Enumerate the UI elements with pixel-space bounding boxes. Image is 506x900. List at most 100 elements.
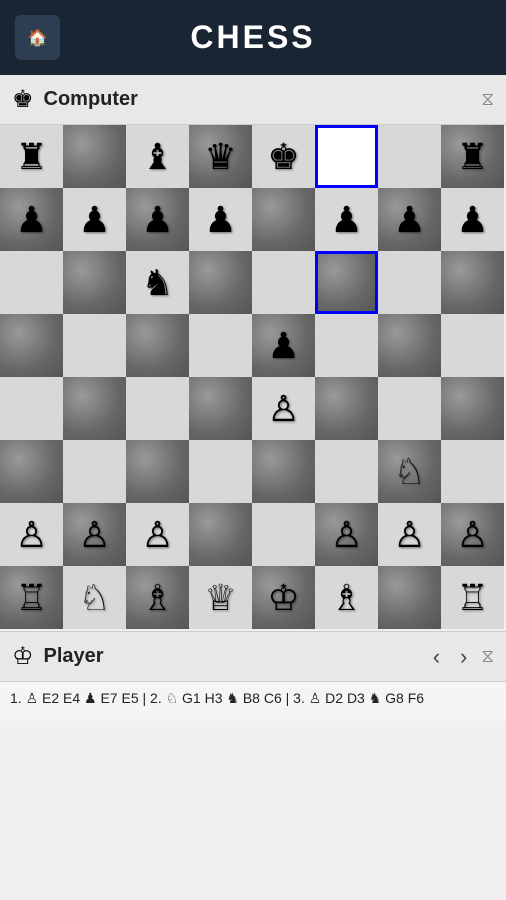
piece-1-6: ♟	[393, 202, 425, 238]
piece-7-2: ♗	[141, 580, 173, 616]
piece-0-2: ♝	[141, 139, 173, 175]
cell-7-5[interactable]: ♗	[315, 566, 378, 629]
computer-piece-icon: ♚	[12, 85, 34, 114]
piece-7-4: ♔	[267, 580, 299, 616]
cell-5-6[interactable]: ♘	[378, 440, 441, 503]
cell-4-3[interactable]	[189, 377, 252, 440]
cell-7-6[interactable]	[378, 566, 441, 629]
cell-3-0[interactable]	[0, 314, 63, 377]
cell-0-6[interactable]	[378, 125, 441, 188]
cell-6-7[interactable]: ♙	[441, 503, 504, 566]
cell-2-3[interactable]	[189, 251, 252, 314]
piece-7-1: ♘	[78, 580, 110, 616]
cell-7-7[interactable]: ♖	[441, 566, 504, 629]
cell-4-2[interactable]	[126, 377, 189, 440]
cell-3-6[interactable]	[378, 314, 441, 377]
cell-7-2[interactable]: ♗	[126, 566, 189, 629]
cell-4-4[interactable]: ♙	[252, 377, 315, 440]
chess-board-container: ♜♝♛♚♜♟♟♟♟♟♟♟♞♟♙♘♙♙♙♙♙♙♖♘♗♕♔♗♖	[0, 125, 506, 631]
piece-5-6: ♘	[393, 454, 425, 490]
cell-7-1[interactable]: ♘	[63, 566, 126, 629]
app-title: CHESS	[190, 19, 315, 56]
move-log: 1. ♙ E2 E4 ♟ E7 E5 | 2. ♘ G1 H3 ♞ B8 C6 …	[0, 681, 506, 721]
cell-2-7[interactable]	[441, 251, 504, 314]
cell-4-7[interactable]	[441, 377, 504, 440]
cell-2-5[interactable]	[315, 251, 378, 314]
piece-7-3: ♕	[204, 580, 236, 616]
piece-0-4: ♚	[267, 139, 299, 175]
piece-7-7: ♖	[456, 580, 488, 616]
player-piece-icon: ♔	[12, 642, 34, 671]
cell-0-7[interactable]: ♜	[441, 125, 504, 188]
cell-3-4[interactable]: ♟	[252, 314, 315, 377]
cell-3-7[interactable]	[441, 314, 504, 377]
cell-2-1[interactable]	[63, 251, 126, 314]
forward-arrow[interactable]: ›	[454, 642, 473, 672]
cell-1-4[interactable]	[252, 188, 315, 251]
piece-1-7: ♟	[456, 202, 488, 238]
cell-3-5[interactable]	[315, 314, 378, 377]
cell-3-2[interactable]	[126, 314, 189, 377]
cell-5-3[interactable]	[189, 440, 252, 503]
player-bar: ♔ Player ‹ › ⧖	[0, 631, 506, 681]
nav-arrows: ‹ › ⧖	[427, 642, 494, 672]
cell-6-2[interactable]: ♙	[126, 503, 189, 566]
cell-1-0[interactable]: ♟	[0, 188, 63, 251]
piece-6-5: ♙	[330, 517, 362, 553]
cell-0-4[interactable]: ♚	[252, 125, 315, 188]
cell-6-3[interactable]	[189, 503, 252, 566]
piece-3-4: ♟	[267, 328, 299, 364]
cell-2-4[interactable]	[252, 251, 315, 314]
cell-7-3[interactable]: ♕	[189, 566, 252, 629]
cell-3-1[interactable]	[63, 314, 126, 377]
cell-6-1[interactable]: ♙	[63, 503, 126, 566]
cell-5-7[interactable]	[441, 440, 504, 503]
cell-6-5[interactable]: ♙	[315, 503, 378, 566]
cell-3-3[interactable]	[189, 314, 252, 377]
cell-1-7[interactable]: ♟	[441, 188, 504, 251]
cell-0-3[interactable]: ♛	[189, 125, 252, 188]
home-button[interactable]: 🏠	[15, 15, 60, 60]
cell-6-6[interactable]: ♙	[378, 503, 441, 566]
home-icon: 🏠	[28, 28, 48, 48]
cell-1-3[interactable]: ♟	[189, 188, 252, 251]
piece-0-7: ♜	[456, 139, 488, 175]
piece-6-6: ♙	[393, 517, 425, 553]
piece-1-1: ♟	[78, 202, 110, 238]
cell-1-1[interactable]: ♟	[63, 188, 126, 251]
back-arrow[interactable]: ‹	[427, 642, 446, 672]
computer-label: Computer	[44, 88, 482, 111]
cell-4-6[interactable]	[378, 377, 441, 440]
cell-5-2[interactable]	[126, 440, 189, 503]
piece-1-5: ♟	[330, 202, 362, 238]
cell-2-2[interactable]: ♞	[126, 251, 189, 314]
cell-5-1[interactable]	[63, 440, 126, 503]
cell-4-5[interactable]	[315, 377, 378, 440]
cell-7-4[interactable]: ♔	[252, 566, 315, 629]
cell-6-4[interactable]	[252, 503, 315, 566]
cell-2-6[interactable]	[378, 251, 441, 314]
cell-0-5[interactable]	[315, 125, 378, 188]
cell-5-5[interactable]	[315, 440, 378, 503]
cell-4-0[interactable]	[0, 377, 63, 440]
computer-timer-icon: ⧖	[481, 89, 494, 110]
piece-4-4: ♙	[267, 391, 299, 427]
cell-4-1[interactable]	[63, 377, 126, 440]
cell-0-1[interactable]	[63, 125, 126, 188]
cell-5-4[interactable]	[252, 440, 315, 503]
cell-7-0[interactable]: ♖	[0, 566, 63, 629]
app-header: 🏠 CHESS	[0, 0, 506, 75]
cell-1-6[interactable]: ♟	[378, 188, 441, 251]
cell-1-2[interactable]: ♟	[126, 188, 189, 251]
piece-7-0: ♖	[15, 580, 47, 616]
chess-board[interactable]: ♜♝♛♚♜♟♟♟♟♟♟♟♞♟♙♘♙♙♙♙♙♙♖♘♗♕♔♗♖	[0, 125, 506, 631]
cell-0-0[interactable]: ♜	[0, 125, 63, 188]
cell-6-0[interactable]: ♙	[0, 503, 63, 566]
piece-6-0: ♙	[15, 517, 47, 553]
cell-2-0[interactable]	[0, 251, 63, 314]
cell-0-2[interactable]: ♝	[126, 125, 189, 188]
piece-0-3: ♛	[204, 139, 236, 175]
cell-1-5[interactable]: ♟	[315, 188, 378, 251]
cell-5-0[interactable]	[0, 440, 63, 503]
piece-6-2: ♙	[141, 517, 173, 553]
